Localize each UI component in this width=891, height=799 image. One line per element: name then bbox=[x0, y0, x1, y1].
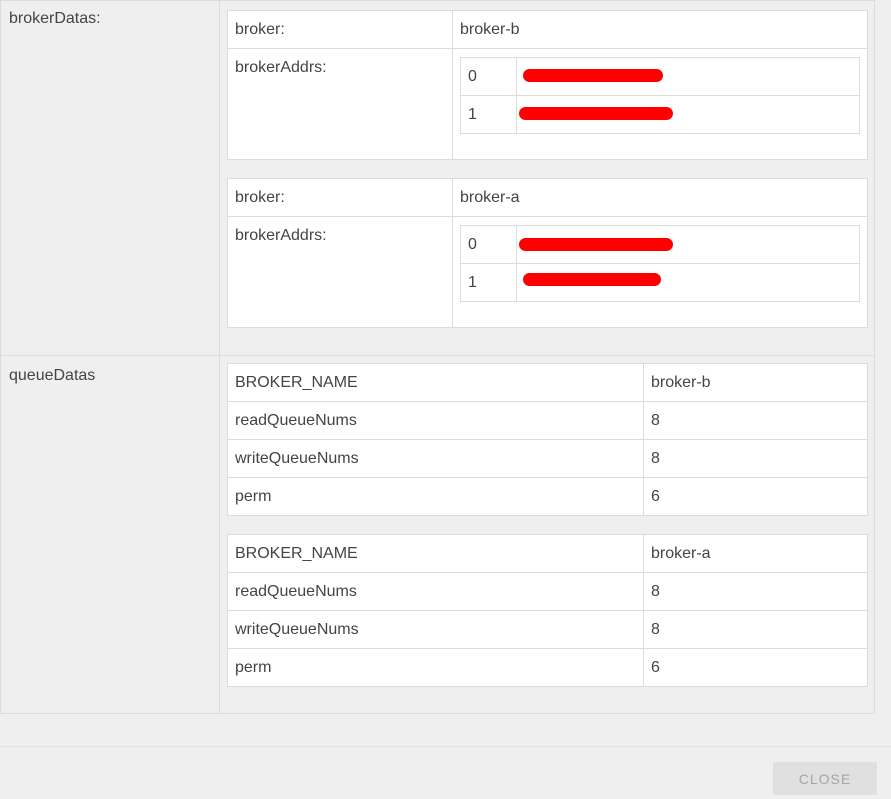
broker-addrs-key: brokerAddrs: bbox=[235, 227, 327, 244]
addr-index: 1 bbox=[468, 106, 477, 123]
queue-key: BROKER_NAME bbox=[235, 545, 358, 562]
broker-addrs-table: 0 1 bbox=[460, 57, 860, 134]
redacted-address bbox=[519, 238, 673, 251]
queue-value: 8 bbox=[651, 450, 660, 467]
broker-addrs-table: 0 1 bbox=[460, 225, 860, 302]
queue-key: perm bbox=[235, 659, 272, 676]
dialog-footer-divider bbox=[0, 746, 891, 747]
queue-value: 6 bbox=[651, 659, 660, 676]
broker-data-table: broker: broker-a brokerAddrs: 0 1 bbox=[227, 178, 868, 328]
queue-data-table: BROKER_NAME broker-a readQueueNums 8 wri… bbox=[227, 534, 868, 687]
queue-data-table: BROKER_NAME broker-b readQueueNums 8 wri… bbox=[227, 363, 868, 516]
broker-data-table: broker: broker-b brokerAddrs: 0 1 bbox=[227, 10, 868, 160]
addr-index: 0 bbox=[468, 236, 477, 253]
queue-value: broker-b bbox=[651, 374, 711, 391]
addr-index: 0 bbox=[468, 68, 477, 85]
queue-datas-label: queueDatas bbox=[9, 367, 96, 384]
broker-datas-label: brokerDatas: bbox=[9, 10, 101, 27]
column-divider bbox=[219, 1, 220, 714]
queue-value: broker-a bbox=[651, 545, 711, 562]
broker-key: broker: bbox=[235, 189, 285, 206]
addr-index: 1 bbox=[468, 274, 477, 291]
queue-key: perm bbox=[235, 488, 272, 505]
queue-key: readQueueNums bbox=[235, 583, 357, 600]
queue-key: BROKER_NAME bbox=[235, 374, 358, 391]
redacted-address bbox=[519, 107, 673, 120]
close-button[interactable]: CLOSE bbox=[773, 762, 877, 795]
section-divider bbox=[1, 355, 875, 356]
queue-key: writeQueueNums bbox=[235, 450, 359, 467]
queue-value: 8 bbox=[651, 621, 660, 638]
queue-key: readQueueNums bbox=[235, 412, 357, 429]
broker-key: broker: bbox=[235, 21, 285, 38]
queue-key: writeQueueNums bbox=[235, 621, 359, 638]
broker-name: broker-b bbox=[460, 21, 520, 38]
queue-value: 8 bbox=[651, 412, 660, 429]
redacted-address bbox=[523, 273, 661, 286]
redacted-address bbox=[523, 69, 663, 82]
broker-name: broker-a bbox=[460, 189, 520, 206]
queue-value: 8 bbox=[651, 583, 660, 600]
broker-addrs-key: brokerAddrs: bbox=[235, 59, 327, 76]
queue-value: 6 bbox=[651, 488, 660, 505]
topic-route-panel: brokerDatas: queueDatas broker: broker-b… bbox=[0, 0, 875, 714]
